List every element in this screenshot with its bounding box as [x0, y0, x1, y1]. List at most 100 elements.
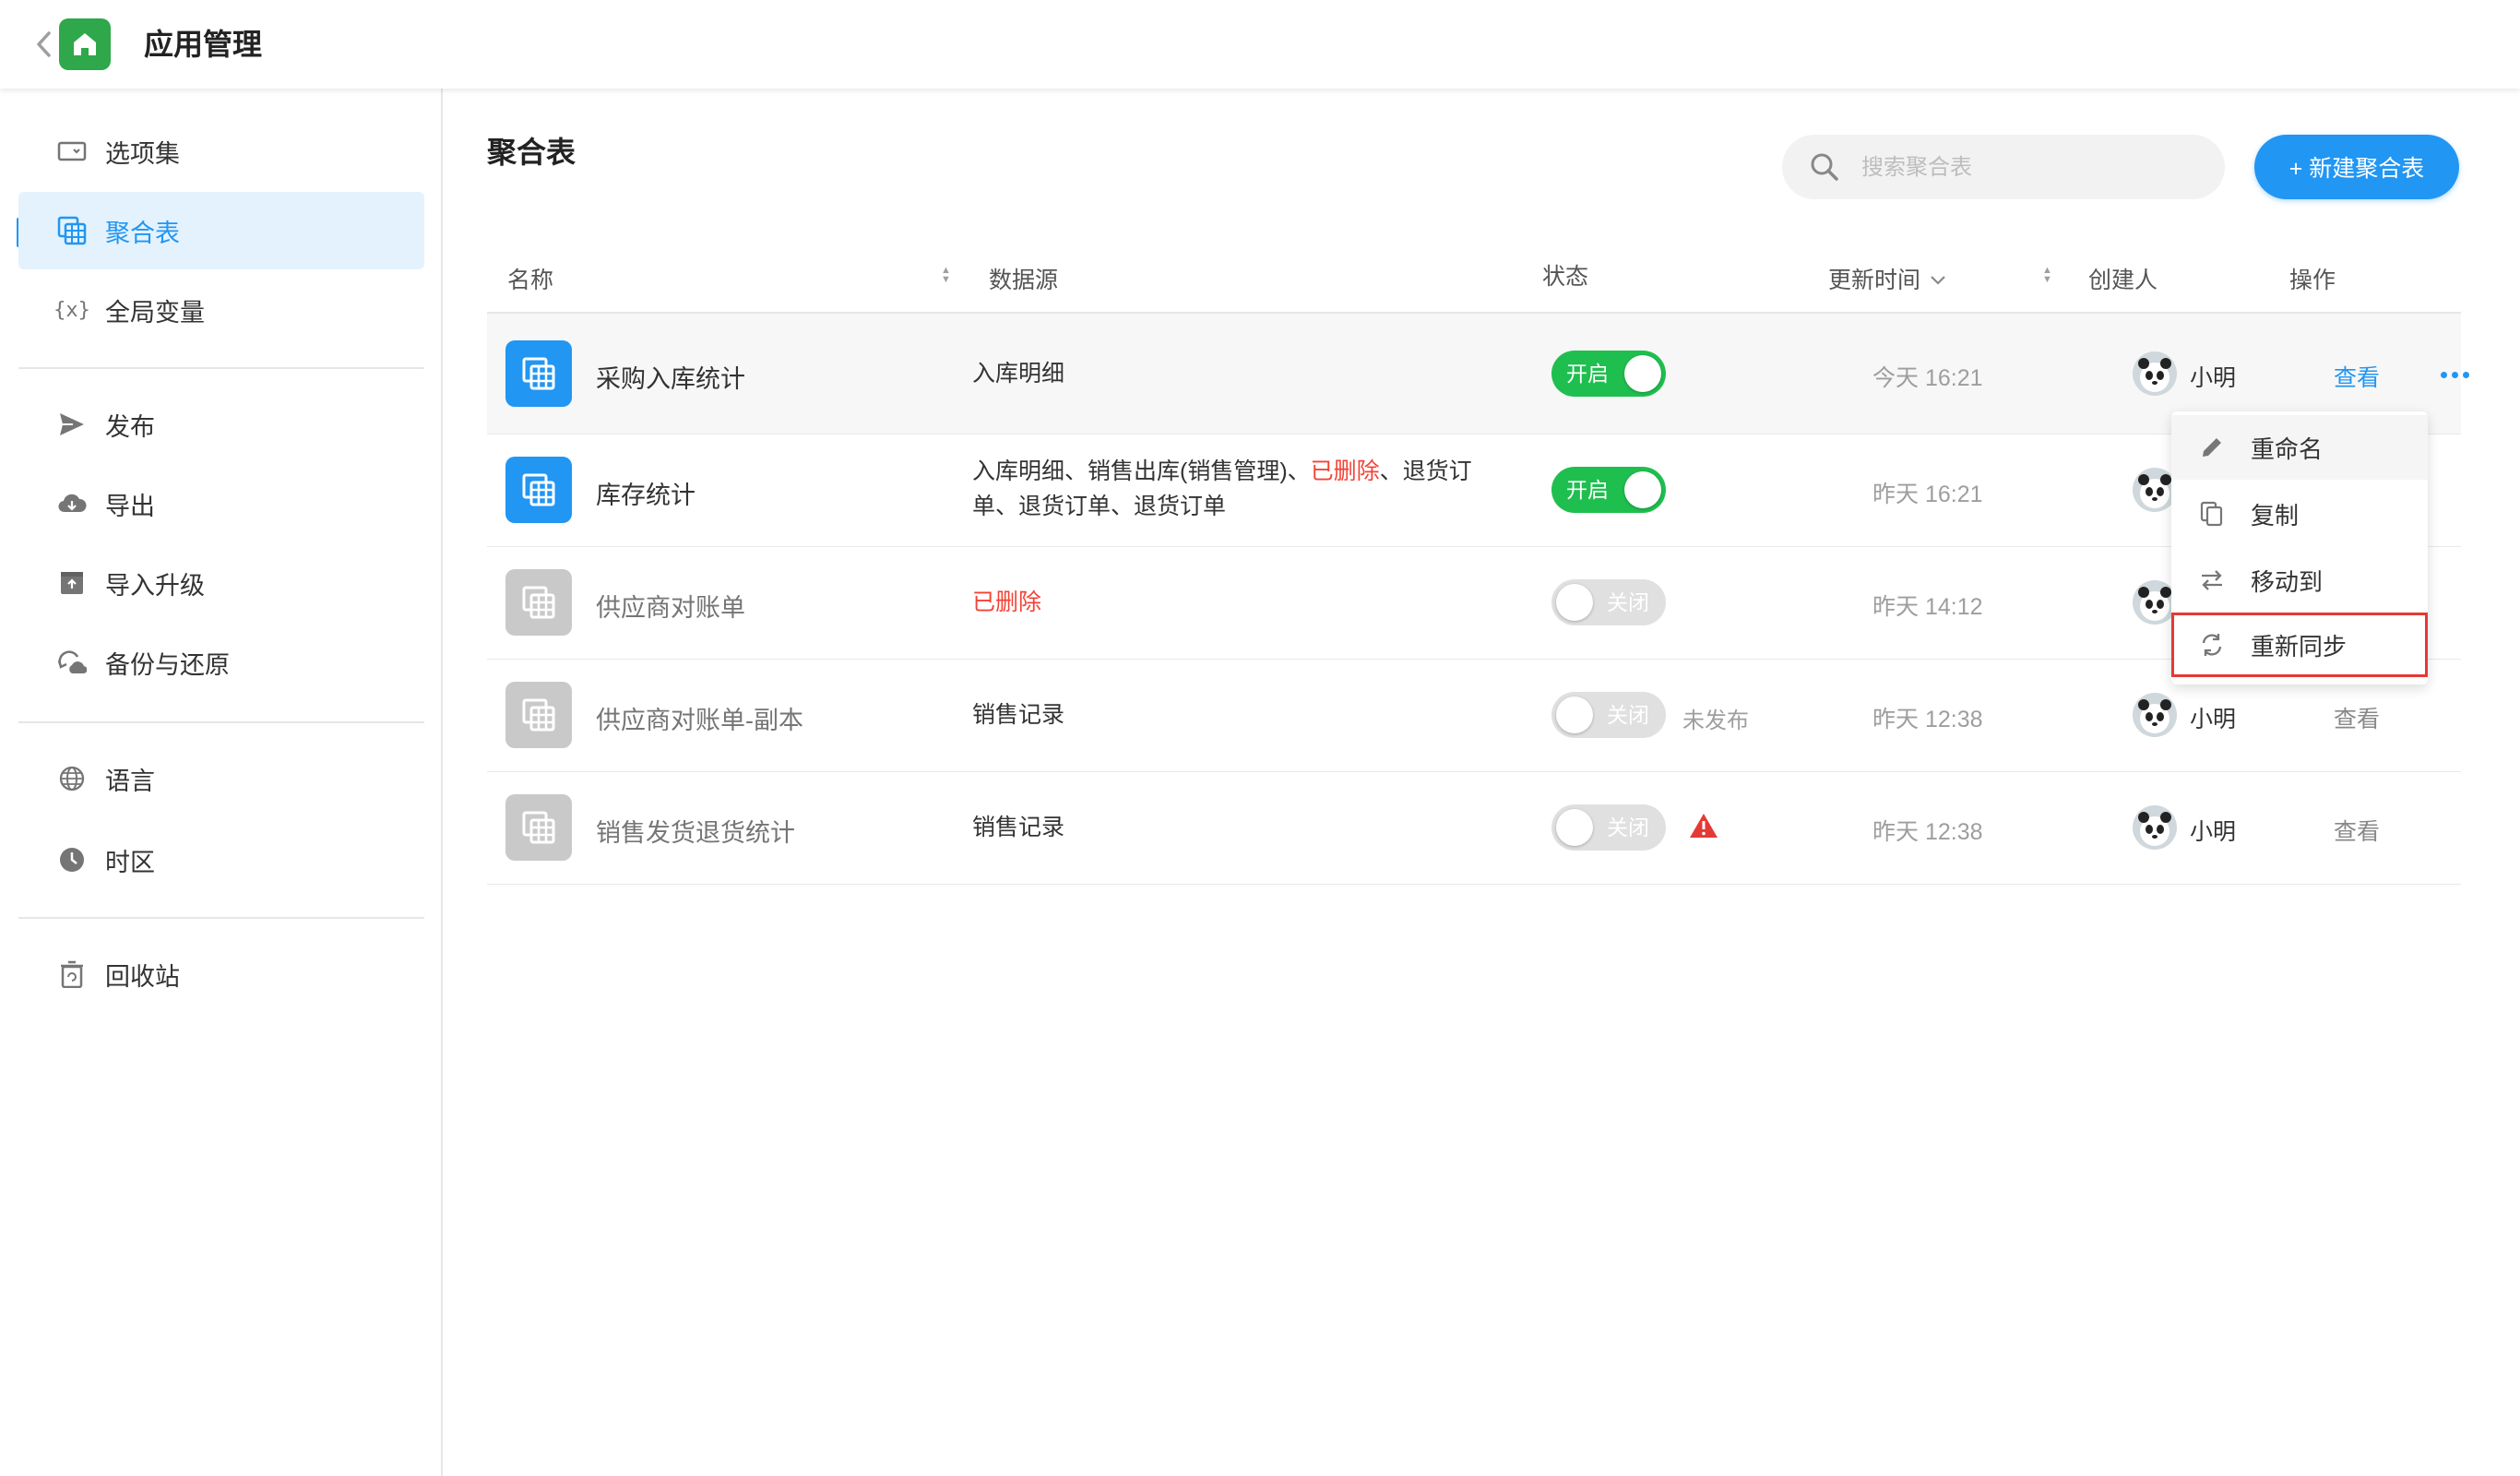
sidebar-item-global-variables[interactable]: {x} 全局变量: [18, 271, 424, 349]
globe-icon: [55, 762, 89, 795]
avatar: [2133, 693, 2177, 737]
sidebar-item-label: 导出: [105, 492, 155, 520]
status-toggle[interactable]: 关闭: [1551, 579, 1666, 625]
column-header-source: 数据源: [989, 268, 1059, 293]
clock-icon: [55, 843, 89, 876]
select-box-icon: [55, 135, 89, 168]
sidebar-item-label: 回收站: [105, 962, 180, 991]
column-header-status: 状态: [1542, 264, 1589, 290]
backup-icon: [55, 646, 89, 679]
row-source: 销售记录: [972, 702, 1065, 728]
chevron-down-icon: [1930, 266, 1946, 292]
view-link[interactable]: 查看: [2334, 360, 2380, 393]
sidebar-divider: [18, 721, 424, 723]
menu-item-rename[interactable]: 重命名: [2171, 415, 2428, 480]
sidebar-item-label: 全局变量: [105, 298, 205, 327]
table-row[interactable]: 采购入库统计 入库明细 开启 今天 16:21 小明 查看: [487, 314, 2469, 434]
row-updated-time: 今天 16:21: [1872, 365, 1983, 391]
avatar: [2133, 805, 2177, 850]
sidebar-item-aggregate-tables[interactable]: 聚合表: [18, 192, 424, 269]
sidebar-item-backup-restore[interactable]: 备份与还原: [18, 624, 424, 701]
variable-icon: {x}: [53, 298, 90, 322]
sidebar-item-label: 备份与还原: [105, 650, 230, 679]
warning-icon[interactable]: [1688, 812, 1719, 839]
table-icon: [505, 682, 572, 748]
row-name[interactable]: 供应商对账单: [596, 588, 745, 624]
main-content: 聚合表 + 新建聚合表 名称 ▲▼ 数据源 状态 更新时间 ▲▼ 创建人 操作: [443, 89, 2520, 1476]
new-aggregate-table-button[interactable]: + 新建聚合表: [2254, 135, 2459, 199]
status-toggle[interactable]: 关闭: [1551, 692, 1666, 738]
search-box[interactable]: [1782, 135, 2225, 201]
row-source: 销售记录: [972, 815, 1065, 840]
sidebar-item-label: 聚合表: [105, 219, 180, 247]
sidebar-item-recycle-bin[interactable]: 回收站: [18, 935, 424, 1013]
sidebar-divider: [18, 917, 424, 919]
table-row[interactable]: 供应商对账单 已删除 关闭 昨天 14:12 小明: [487, 546, 2461, 660]
sidebar-item-label: 导入升级: [105, 571, 205, 600]
sidebar-item-label: 时区: [105, 848, 155, 876]
column-header-action: 操作: [2289, 268, 2336, 293]
table-icon: [505, 457, 572, 523]
view-link[interactable]: 查看: [2334, 814, 2380, 847]
row-source: 入库明细: [972, 361, 1065, 387]
search-input[interactable]: [1860, 135, 2214, 201]
sync-icon: [2197, 630, 2227, 660]
pencil-icon: [2197, 433, 2227, 462]
table-row[interactable]: 销售发货退货统计 销售记录 关闭 昨天 12:38 小明 查看: [487, 771, 2461, 885]
row-name[interactable]: 采购入库统计: [596, 359, 745, 395]
top-bar: 应用管理: [0, 0, 2520, 89]
send-icon: [55, 408, 89, 441]
context-menu: 重命名 复制 移动到 重新同步: [2171, 411, 2428, 684]
status-toggle[interactable]: 开启: [1551, 351, 1666, 397]
menu-item-move-to[interactable]: 移动到: [2171, 548, 2428, 613]
column-header-updated[interactable]: 更新时间: [1828, 262, 1946, 295]
sidebar-item-language[interactable]: 语言: [18, 740, 424, 817]
table-icon: [55, 214, 89, 247]
column-header-name[interactable]: 名称: [507, 262, 553, 295]
sidebar-item-export[interactable]: 导出: [18, 465, 424, 542]
sidebar-item-option-sets[interactable]: 选项集: [18, 113, 424, 190]
app-title: 应用管理: [144, 28, 263, 61]
row-name[interactable]: 库存统计: [596, 475, 695, 511]
view-link[interactable]: 查看: [2334, 701, 2380, 734]
copy-icon: [2197, 499, 2227, 529]
avatar: [2133, 468, 2177, 512]
sort-icon[interactable]: ▲ ▼: [941, 266, 951, 285]
page-title: 聚合表: [487, 136, 577, 169]
search-icon: [1808, 150, 1841, 184]
row-name[interactable]: 销售发货退货统计: [596, 813, 795, 849]
status-toggle[interactable]: 关闭: [1551, 804, 1666, 851]
back-arrow-icon[interactable]: [31, 28, 57, 61]
table-icon: [505, 340, 572, 407]
row-creator: 小明: [2190, 365, 2237, 391]
sidebar-item-import-upgrade[interactable]: 导入升级: [18, 544, 424, 622]
row-creator: 小明: [2190, 819, 2237, 845]
sidebar-item-publish[interactable]: 发布: [18, 386, 424, 463]
swap-arrows-icon: [2197, 565, 2227, 595]
row-name[interactable]: 供应商对账单-副本: [596, 700, 803, 736]
sidebar-item-label: 选项集: [105, 139, 180, 168]
avatar: [2133, 351, 2177, 396]
home-icon[interactable]: [59, 18, 111, 70]
table-row[interactable]: 供应商对账单-副本 销售记录 关闭 未发布 昨天 12:38 小明 查看: [487, 659, 2461, 772]
table-row[interactable]: 库存统计 入库明细、销售出库(销售管理)、已删除、退货订单、退货订单、退货订单 …: [487, 434, 2461, 547]
table-icon: [505, 569, 572, 636]
sidebar-item-timezone[interactable]: 时区: [18, 821, 424, 899]
avatar: [2133, 580, 2177, 625]
menu-item-copy[interactable]: 复制: [2171, 482, 2428, 546]
row-updated-time: 昨天 16:21: [1872, 482, 1983, 507]
sidebar-item-label: 语言: [105, 767, 155, 795]
more-icon[interactable]: [2441, 369, 2470, 380]
import-icon: [55, 566, 89, 600]
row-updated-time: 昨天 12:38: [1872, 819, 1983, 845]
row-updated-time: 昨天 12:38: [1872, 707, 1983, 732]
status-toggle[interactable]: 开启: [1551, 467, 1666, 513]
trash-icon: [55, 958, 89, 991]
cloud-download-icon: [55, 487, 89, 520]
column-header-creator: 创建人: [2088, 268, 2158, 293]
menu-item-resync[interactable]: 重新同步: [2171, 613, 2428, 677]
row-updated-time: 昨天 14:12: [1872, 594, 1983, 620]
unpublished-label: 未发布: [1682, 708, 1749, 733]
sidebar-item-label: 发布: [105, 412, 155, 441]
sort-icon[interactable]: ▲ ▼: [2042, 266, 2052, 285]
